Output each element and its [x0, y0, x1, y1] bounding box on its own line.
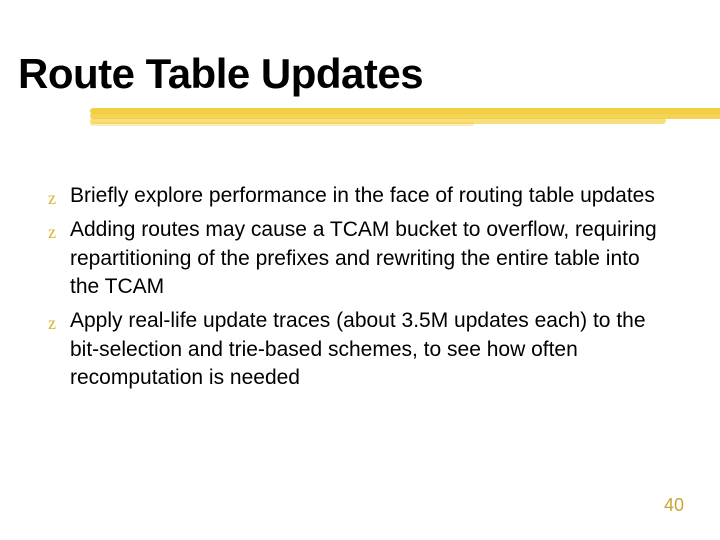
bullet-marker-icon: z [48, 311, 66, 335]
bullet-marker-icon: z [48, 220, 66, 244]
bullet-item: z Apply real-life update traces (about 3… [48, 307, 660, 392]
bullet-marker-icon: z [48, 186, 66, 210]
bullet-text: Apply real-life update traces (about 3.5… [70, 307, 660, 392]
title-underline [90, 108, 720, 126]
slide-title: Route Table Updates [18, 50, 423, 98]
bullet-item: z Briefly explore performance in the fac… [48, 182, 660, 210]
slide: Route Table Updates z Briefly explore pe… [0, 0, 720, 540]
page-number: 40 [664, 495, 684, 516]
bullet-text: Briefly explore performance in the face … [70, 182, 660, 210]
bullet-text: Adding routes may cause a TCAM bucket to… [70, 216, 660, 301]
bullet-list: z Briefly explore performance in the fac… [48, 182, 660, 398]
bullet-item: z Adding routes may cause a TCAM bucket … [48, 216, 660, 301]
